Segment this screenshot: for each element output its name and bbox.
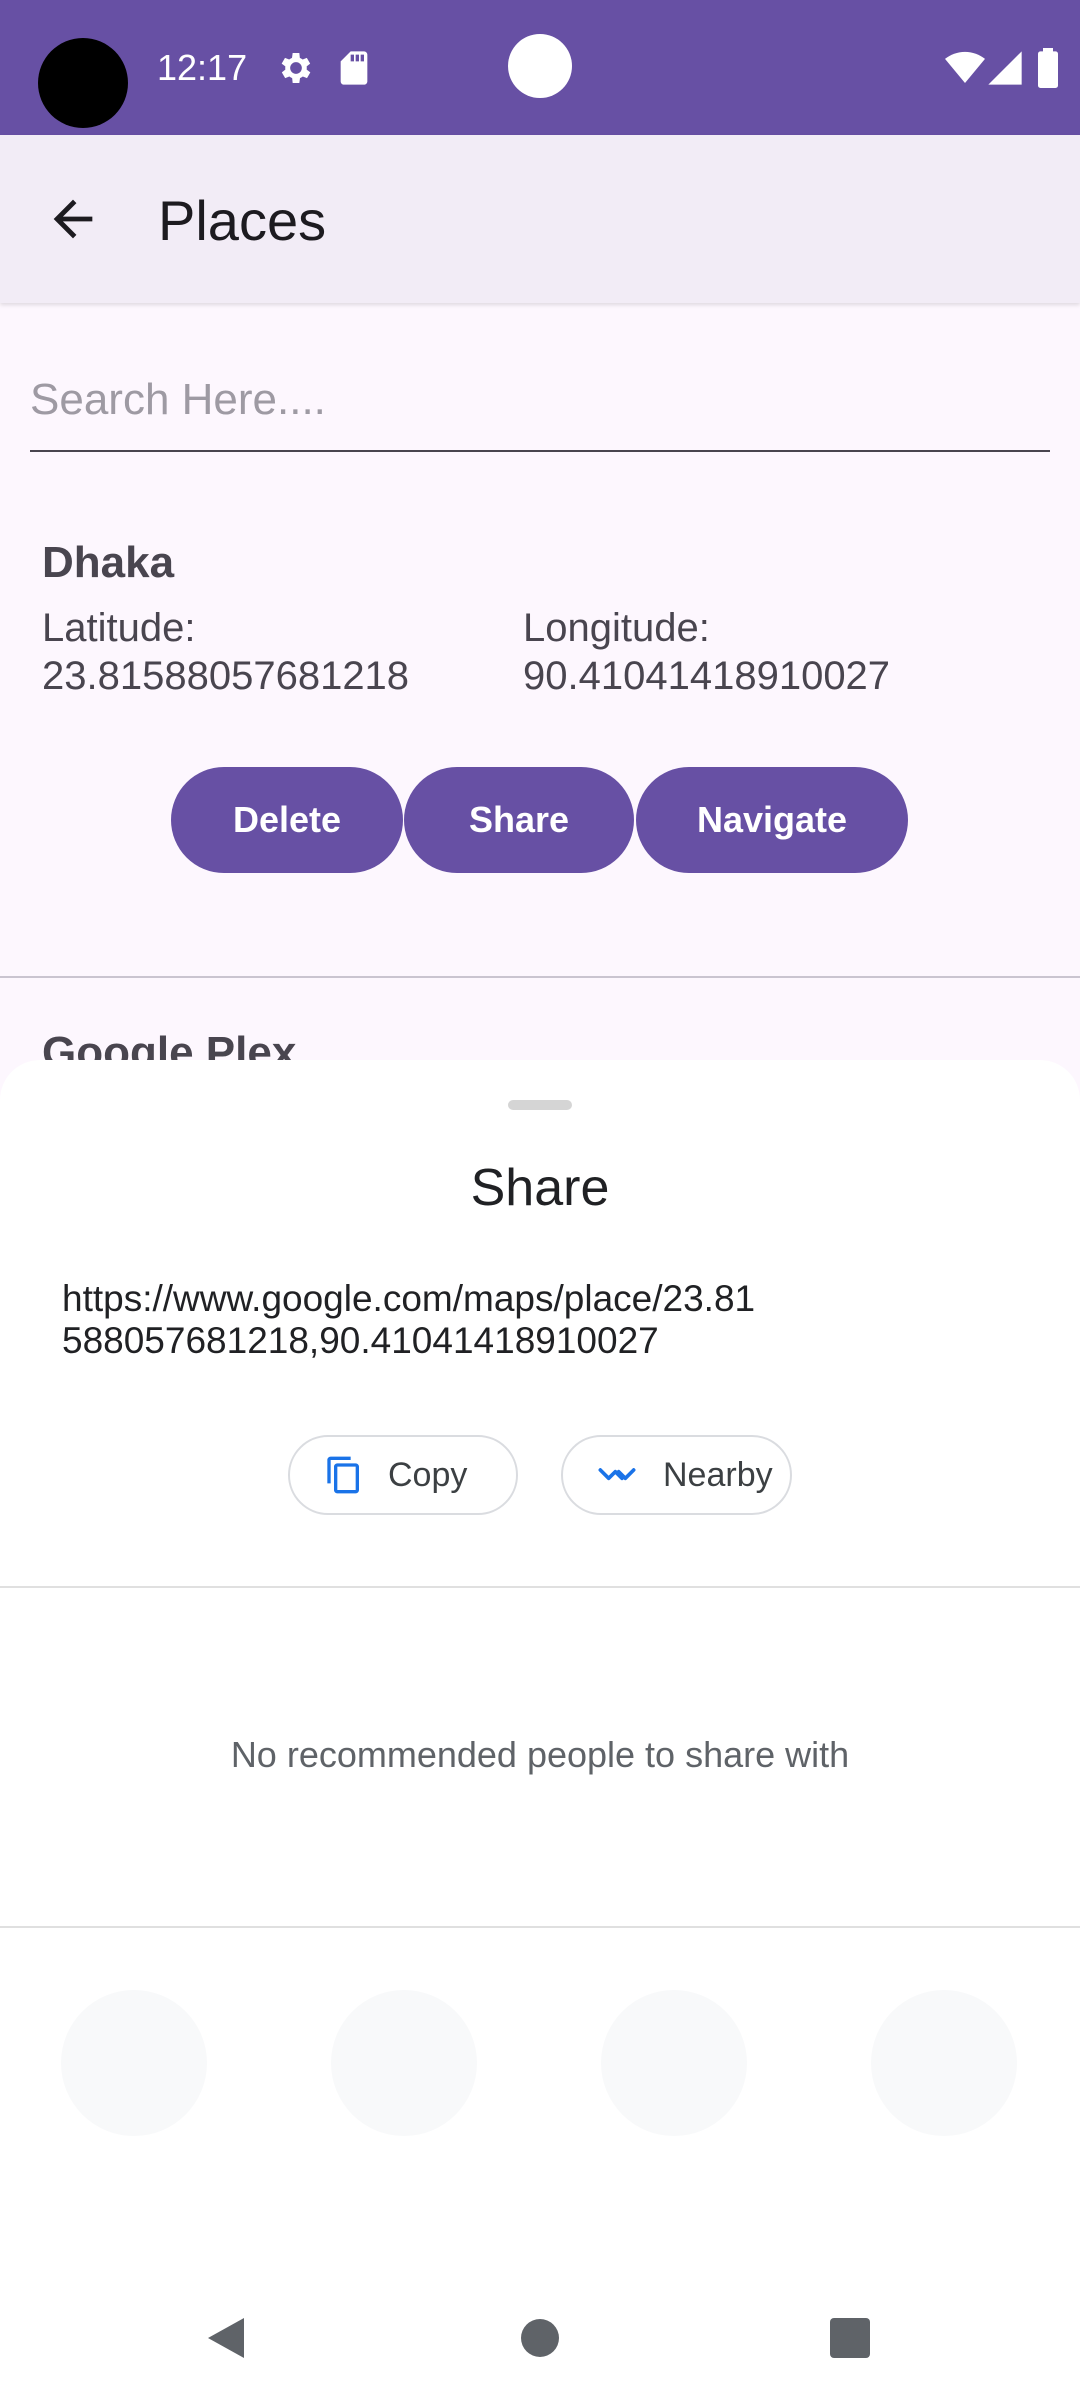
list-divider <box>0 976 1080 978</box>
share-button[interactable]: Share <box>404 767 634 873</box>
app-placeholder <box>601 1990 747 2136</box>
no-recommendations-text: No recommended people to share with <box>230 1734 850 1775</box>
latitude-value: 23.81588057681218 <box>42 654 410 698</box>
battery-icon <box>1038 48 1058 88</box>
arrow-back-icon[interactable] <box>44 190 102 248</box>
app-placeholder <box>61 1990 207 2136</box>
copy-button[interactable]: Copy <box>288 1435 518 1515</box>
signal-icon <box>988 51 1022 85</box>
longitude-label: Longitude: <box>523 606 710 650</box>
longitude-value: 90.41041418910027 <box>523 654 891 698</box>
drag-handle[interactable] <box>508 1100 572 1110</box>
system-nav-bar <box>0 2290 1080 2400</box>
nearby-button[interactable]: Nearby <box>561 1435 792 1515</box>
nav-home-icon[interactable] <box>520 2318 560 2358</box>
share-divider <box>0 1586 1080 1588</box>
latitude: Latitude: 23.81588057681218 <box>42 604 409 700</box>
front-camera <box>508 34 572 98</box>
app-placeholder <box>331 1990 477 2136</box>
latitude-label: Latitude: <box>42 606 196 650</box>
camera-cutout <box>38 38 128 128</box>
app-placeholder <box>871 1990 1017 2136</box>
nearby-share-icon <box>598 1468 636 1481</box>
delete-button[interactable]: Delete <box>171 767 403 873</box>
share-sheet-title: Share <box>470 1159 610 1217</box>
settings-icon <box>281 53 311 83</box>
share-divider <box>0 1926 1080 1928</box>
navigate-button[interactable]: Navigate <box>636 767 908 873</box>
sd-card-icon <box>340 51 368 85</box>
share-sheet <box>0 1060 1080 2400</box>
status-time: 12:17 <box>157 47 248 88</box>
nav-recents-icon[interactable] <box>830 2318 870 2358</box>
nearby-label: Nearby <box>663 1455 773 1494</box>
nav-back-icon[interactable] <box>204 2314 248 2362</box>
search-field[interactable] <box>30 360 1050 452</box>
place-name: Dhaka <box>42 538 175 587</box>
share-url: https://www.google.com/maps/place/23.815… <box>62 1278 756 1361</box>
longitude: Longitude: 90.41041418910027 <box>523 604 890 700</box>
wifi-icon <box>945 51 985 83</box>
copy-label: Copy <box>388 1455 468 1494</box>
copy-icon <box>327 1456 359 1494</box>
search-input[interactable] <box>30 360 1050 440</box>
page-title: Places <box>158 189 327 252</box>
